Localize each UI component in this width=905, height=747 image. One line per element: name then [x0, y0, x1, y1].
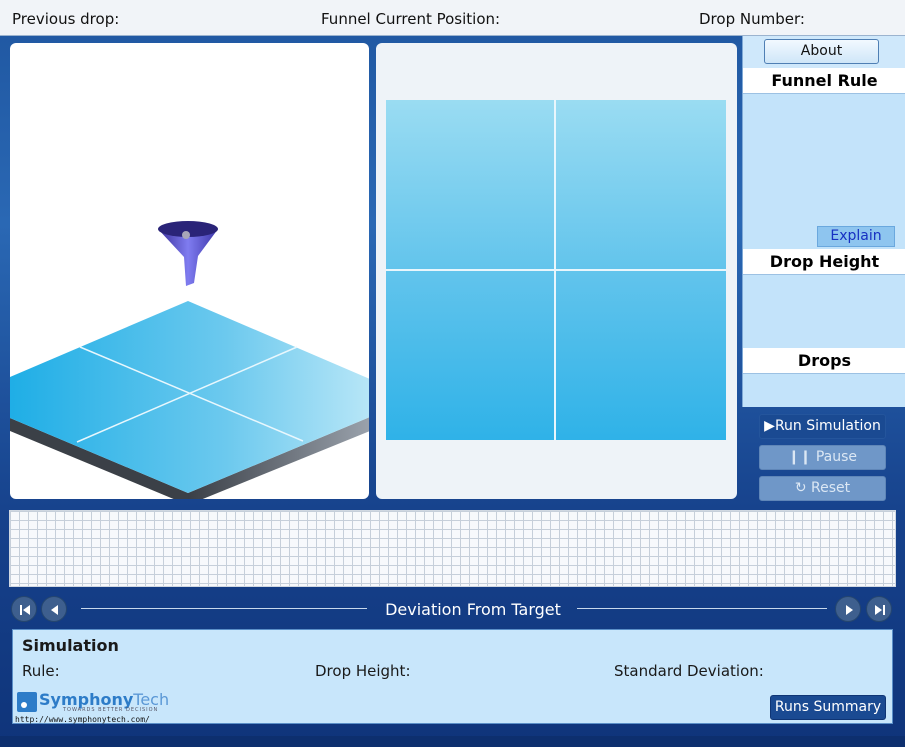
last-page-button[interactable]: [866, 596, 892, 622]
summary-title: Simulation: [22, 636, 119, 655]
skip-last-icon: [875, 605, 885, 615]
runs-summary-button[interactable]: Runs Summary: [770, 695, 886, 720]
funnel-3d-scene: [10, 221, 369, 499]
footer-strip: [0, 736, 905, 747]
target-grid: [386, 100, 726, 440]
drop-height-heading: Drop Height: [743, 249, 905, 275]
reset-label: Reset: [811, 480, 851, 496]
funnel-icon: [158, 221, 218, 286]
drops-heading: Drops: [743, 348, 905, 374]
arrow-right-icon: [846, 605, 853, 615]
pause-button[interactable]: ❙❙ Pause: [759, 445, 886, 470]
symphonytech-logo[interactable]: SymphonyTech TOWARDS BETTER DECISION htt…: [15, 690, 169, 724]
play-icon: ▶: [764, 418, 775, 434]
previous-drop-label: Previous drop:: [12, 10, 120, 28]
next-page-button[interactable]: [835, 596, 861, 622]
arrow-left-icon: [51, 605, 58, 615]
summary-rule: Rule:: [22, 662, 60, 680]
explain-button[interactable]: Explain: [817, 226, 895, 247]
status-bar: Previous drop: Funnel Current Position: …: [0, 0, 905, 36]
funnel-3d-view: [10, 43, 369, 499]
about-button[interactable]: About: [764, 39, 879, 64]
target-axis-horizontal: [386, 269, 726, 271]
deviation-chart-grid: [9, 510, 896, 587]
pause-label: Pause: [815, 449, 858, 465]
run-simulation-label: Run Simulation: [774, 418, 881, 434]
deviation-title: Deviation From Target: [385, 600, 561, 619]
simulation-summary: Simulation Rule: Drop Height: Standard D…: [12, 629, 893, 724]
first-page-button[interactable]: [11, 596, 37, 622]
platform-top: [10, 301, 369, 493]
symphonytech-logo-icon: [17, 692, 37, 712]
previous-page-button[interactable]: [41, 596, 67, 622]
funnel-position-label: Funnel Current Position:: [321, 10, 501, 28]
summary-drop-height: Drop Height:: [315, 662, 411, 680]
pause-icon: ❙❙: [787, 449, 816, 465]
summary-standard-deviation: Standard Deviation:: [614, 662, 764, 680]
nav-divider-right: [577, 608, 827, 609]
skip-first-icon: [20, 605, 30, 615]
nav-divider-left: [81, 608, 367, 609]
deviation-navigation: Deviation From Target: [0, 594, 905, 624]
logo-tagline: TOWARDS BETTER DECISION: [63, 707, 159, 713]
settings-side-panel: About Funnel Rule Explain Drop Height Dr…: [742, 36, 905, 407]
logo-url[interactable]: http://www.symphonytech.com/: [15, 715, 150, 724]
funnel-rule-heading: Funnel Rule: [743, 68, 905, 94]
reset-icon: ↻: [794, 480, 812, 496]
reset-button[interactable]: ↻ Reset: [759, 476, 886, 501]
run-simulation-button[interactable]: ▶Run Simulation: [759, 414, 886, 439]
target-top-view: [376, 43, 737, 499]
drop-number-label: Drop Number:: [699, 10, 805, 28]
side-panel-header: About: [743, 36, 905, 68]
